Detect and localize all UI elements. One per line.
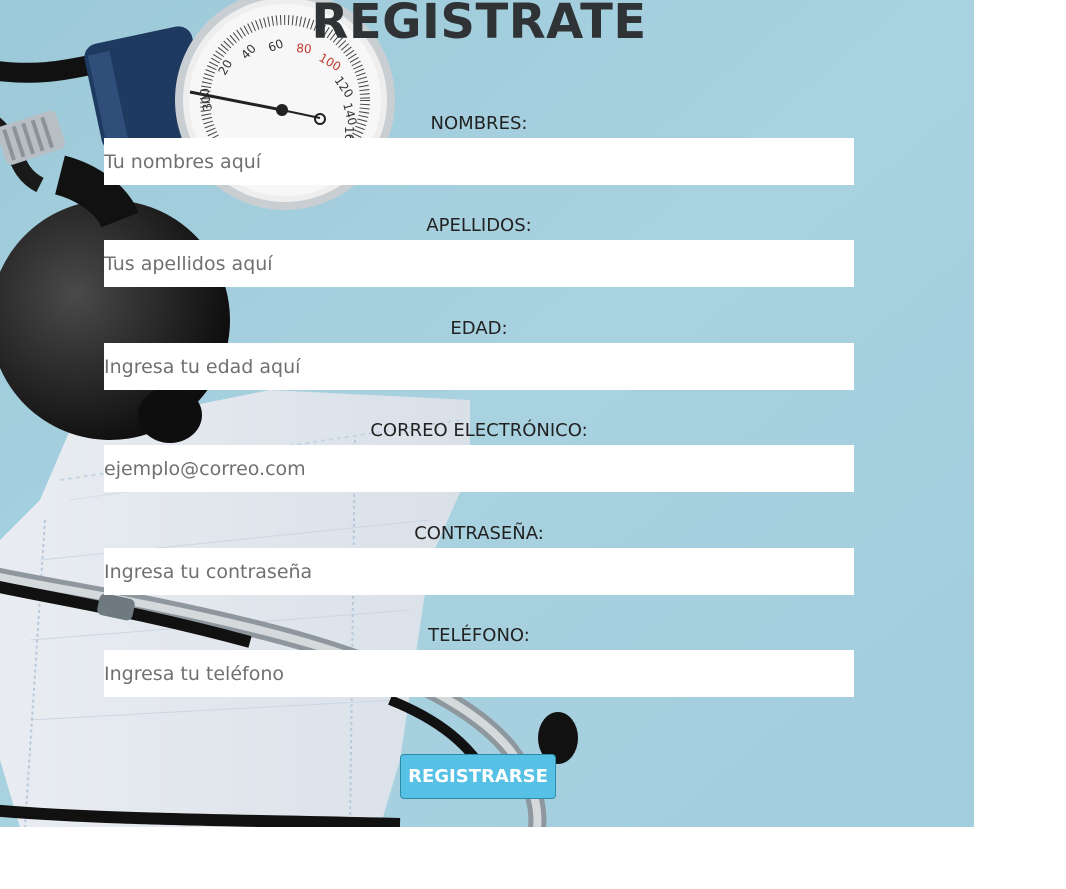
label-nombres: NOMBRES: bbox=[430, 113, 528, 134]
label-edad: EDAD: bbox=[450, 318, 508, 339]
edad-input[interactable] bbox=[104, 343, 854, 390]
label-apellidos: APELLIDOS: bbox=[426, 215, 532, 236]
telefono-input[interactable] bbox=[104, 650, 854, 697]
label-telefono: TELÉFONO: bbox=[428, 625, 530, 646]
page-title: REGISTRATE bbox=[311, 0, 647, 50]
label-correo: CORREO ELECTRÓNICO: bbox=[370, 420, 588, 441]
apellidos-input[interactable] bbox=[104, 240, 854, 287]
nombres-input[interactable] bbox=[104, 138, 854, 185]
email-input[interactable] bbox=[104, 445, 854, 492]
registrarse-button[interactable]: REGISTRARSE bbox=[400, 754, 556, 799]
password-input[interactable] bbox=[104, 548, 854, 595]
label-contrasena: CONTRASEÑA: bbox=[414, 523, 544, 544]
